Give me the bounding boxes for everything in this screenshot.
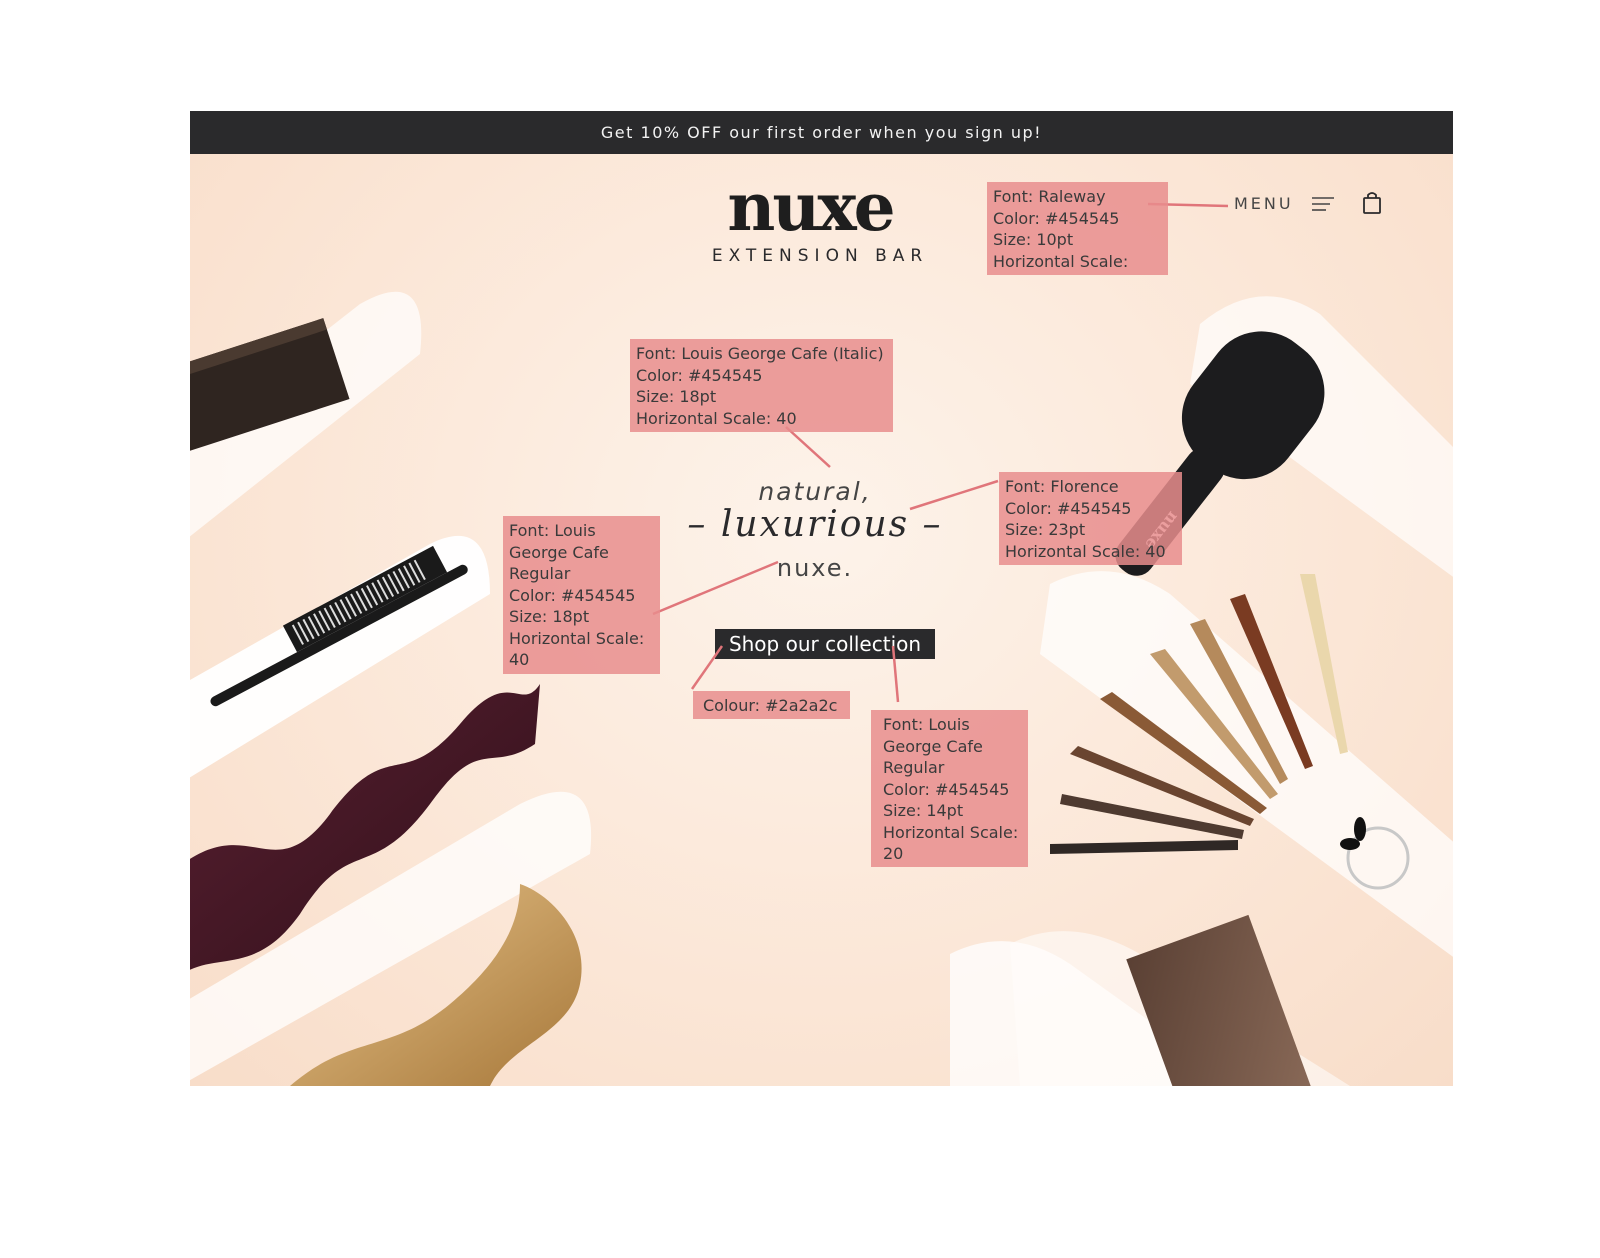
annotation-natural-font: Font: Louis George Cafe (Italic) Color: … [630,339,893,432]
shop-collection-button[interactable]: Shop our collection [715,629,935,659]
promo-text: Get 10% OFF our first order when you sig… [600,123,1043,142]
shopping-bag-icon[interactable] [1362,191,1382,215]
tagline-natural: natural, [758,477,872,506]
annotation-nuxe-font: Font: Louis George Cafe Regular Color: #… [503,516,660,674]
annotation-button-font: Font: Louis George Cafe Regular Color: #… [871,710,1028,867]
brand-logo[interactable]: nuxe [720,174,900,240]
hero-background-art: nuxe [190,291,1453,1086]
annotation-luxurious-font: Font: Florence Color: #454545 Size: 23pt… [999,472,1182,565]
tagline-nuxe: nuxe. [776,554,854,582]
tagline-luxurious: – luxurious – [687,504,943,545]
annotation-menu-font: Font: Raleway Color: #454545 Size: 10pt … [987,182,1168,275]
brand-subtitle: EXTENSION BAR [711,246,929,266]
annotation-button-colour: Colour: #2a2a2c [693,691,850,719]
page-frame: Get 10% OFF our first order when you sig… [190,111,1453,1086]
menu-button[interactable]: MENU [1234,194,1334,213]
hamburger-icon[interactable] [1311,196,1334,211]
promo-bar[interactable]: Get 10% OFF our first order when you sig… [190,111,1453,154]
hero-section: nuxe nuxe EXTENSION BAR [190,154,1453,1086]
menu-label: MENU [1234,194,1294,213]
